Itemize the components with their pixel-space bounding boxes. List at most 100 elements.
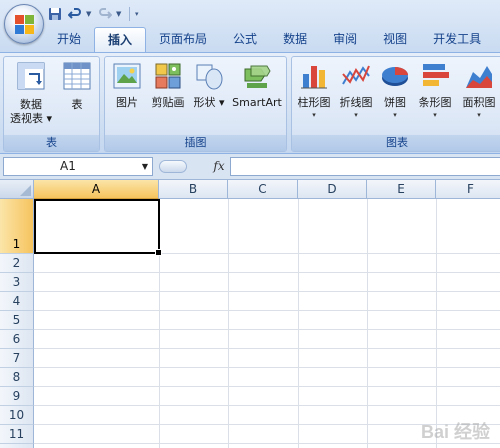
tab-review[interactable]: 审阅 — [320, 27, 370, 52]
row-number: 9 — [12, 389, 21, 403]
picture-icon — [111, 60, 143, 92]
qat-separator — [129, 7, 130, 21]
title-bar: ▼ ▼ ▾ 开始 插入 页面布局 公式 数据 审阅 视图 开发工具 — [0, 0, 500, 52]
bar-chart-button[interactable]: 条形图 ▾ — [414, 60, 456, 120]
tab-formulas[interactable]: 公式 — [220, 27, 270, 52]
undo-dropdown-icon[interactable]: ▼ — [86, 10, 94, 18]
column-chart-button[interactable]: 柱形图 ▾ — [294, 60, 334, 120]
row-header-10[interactable]: 10 — [0, 406, 34, 425]
row-header-2[interactable]: 2 — [0, 254, 34, 273]
row-header-11[interactable]: 11 — [0, 425, 34, 444]
gridline — [34, 291, 500, 292]
tab-page-layout[interactable]: 页面布局 — [146, 27, 220, 52]
row-header-6[interactable]: 6 — [0, 330, 34, 349]
line-chart-button[interactable]: 折线图 ▾ — [335, 60, 377, 120]
formula-bar-resize-handle[interactable] — [159, 160, 187, 173]
customize-qat-icon[interactable]: ▾ — [135, 10, 145, 18]
tab-view[interactable]: 视图 — [370, 27, 420, 52]
office-logo-icon — [15, 15, 35, 35]
gridline — [34, 272, 500, 273]
shapes-button[interactable]: 形状 ▾ — [191, 60, 227, 110]
tab-home[interactable]: 开始 — [44, 27, 94, 52]
clipart-button[interactable]: 剪贴画 — [147, 60, 189, 110]
name-box-dropdown-icon[interactable]: ▼ — [142, 158, 148, 175]
redo-icon[interactable] — [96, 5, 114, 23]
row-header-7[interactable]: 7 — [0, 349, 34, 368]
line-chart-label: 折线图 — [339, 96, 373, 109]
pie-chart-button[interactable]: 饼图 ▾ — [379, 60, 411, 120]
tab-data[interactable]: 数据 — [270, 27, 320, 52]
table-icon — [61, 60, 93, 92]
bar-chart-dropdown-icon: ▾ — [433, 111, 437, 119]
name-box[interactable]: A1 ▼ — [3, 157, 153, 176]
clipart-label: 剪贴画 — [151, 96, 185, 109]
table-button[interactable]: 表 — [58, 60, 96, 112]
gridline — [34, 386, 500, 387]
smartart-button[interactable]: SmartArt — [229, 60, 285, 110]
column-header-e[interactable]: E — [367, 180, 436, 199]
group-illustrations-label: 插图 — [105, 135, 286, 151]
column-header-c[interactable]: C — [228, 180, 298, 199]
redo-dropdown-icon[interactable]: ▼ — [116, 10, 124, 18]
gridline — [298, 199, 299, 448]
row-header-5[interactable]: 5 — [0, 311, 34, 330]
insert-function-button[interactable]: fx — [209, 157, 229, 176]
row-number: 3 — [12, 275, 21, 289]
name-box-value: A1 — [60, 159, 76, 173]
row-header-9[interactable]: 9 — [0, 387, 34, 406]
column-header-b[interactable]: B — [159, 180, 228, 199]
office-button[interactable] — [4, 4, 44, 44]
column-header-d[interactable]: D — [298, 180, 367, 199]
row-number: 1 — [12, 237, 21, 251]
picture-button[interactable]: 图片 — [109, 60, 145, 110]
group-tables: 数据 透视表 ▾ 表 表 — [3, 56, 100, 152]
gridline — [367, 199, 368, 448]
column-chart-dropdown-icon: ▾ — [312, 111, 316, 119]
row-number: 6 — [12, 332, 21, 346]
bar-chart-icon — [419, 60, 451, 92]
pivot-table-button[interactable]: 数据 透视表 ▾ — [8, 60, 54, 126]
column-chart-label: 柱形图 — [297, 96, 331, 109]
row-header-3[interactable]: 3 — [0, 273, 34, 292]
row-header-1[interactable]: 1 — [0, 199, 34, 254]
row-header-12[interactable]: 12 — [0, 444, 34, 448]
clipart-icon — [152, 60, 184, 92]
line-chart-icon — [340, 60, 372, 92]
shapes-label-text: 形状 — [193, 96, 216, 109]
gridline — [34, 367, 500, 368]
group-charts: 柱形图 ▾ 折线图 ▾ 饼图 ▾ 条形图 ▾ 面积图 ▾ 图表 — [291, 56, 500, 152]
picture-label: 图片 — [116, 96, 138, 109]
line-chart-dropdown-icon: ▾ — [354, 111, 358, 119]
undo-icon[interactable] — [66, 5, 84, 23]
row-header-8[interactable]: 8 — [0, 368, 34, 387]
watermark: Bai 经验 — [420, 422, 490, 442]
row-number: 8 — [12, 370, 21, 384]
tab-developer[interactable]: 开发工具 — [420, 27, 494, 52]
tab-insert[interactable]: 插入 — [94, 27, 147, 52]
gridline — [34, 348, 500, 349]
column-header-f[interactable]: F — [436, 180, 500, 199]
pie-chart-icon — [379, 60, 411, 92]
formula-input[interactable] — [230, 157, 500, 176]
area-chart-button[interactable]: 面积图 ▾ — [458, 60, 500, 120]
group-illustrations: 图片 剪贴画 形状 ▾ SmartArt 插图 — [104, 56, 287, 152]
column-header-a[interactable]: A — [34, 180, 159, 199]
active-cell-a1[interactable] — [34, 199, 162, 256]
formula-bar: A1 ▼ fx — [0, 154, 500, 180]
row-number: 11 — [8, 427, 25, 441]
quick-access-toolbar: ▼ ▼ ▾ — [46, 3, 145, 25]
ribbon-tabs: 开始 插入 页面布局 公式 数据 审阅 视图 开发工具 — [44, 27, 494, 52]
select-all-button[interactable] — [0, 180, 34, 199]
save-icon[interactable] — [46, 5, 64, 23]
row-number: 7 — [12, 351, 21, 365]
gridline — [436, 199, 437, 448]
gridline — [34, 310, 500, 311]
group-charts-label: 图表 — [292, 135, 500, 151]
pie-chart-dropdown-icon: ▾ — [393, 111, 397, 119]
ribbon: 数据 透视表 ▾ 表 表 图片 剪贴画 形状 ▾ SmartArt 插图 柱形图… — [0, 52, 500, 154]
pivot-table-label-2: 透视表 ▾ — [9, 112, 53, 125]
column-chart-icon — [298, 60, 330, 92]
row-number: 2 — [12, 256, 21, 270]
row-header-4[interactable]: 4 — [0, 292, 34, 311]
row-number: 10 — [8, 408, 25, 422]
